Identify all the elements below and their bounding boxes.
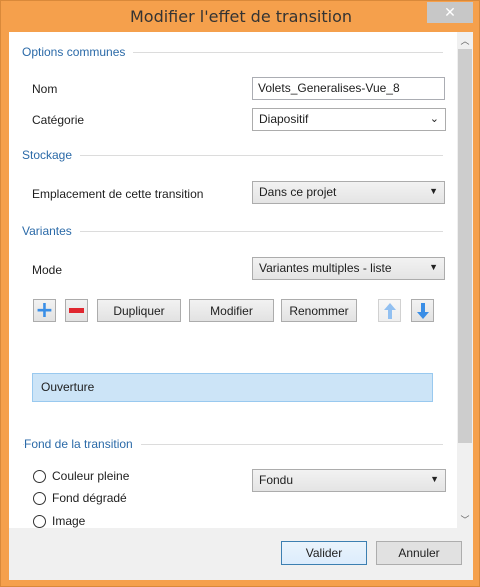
location-select[interactable]: Dans ce projet ▼ <box>252 181 445 204</box>
dropdown-arrow-icon: ▼ <box>429 186 438 196</box>
close-icon: ✕ <box>444 4 456 21</box>
options-scroll-area: Options communes Nom Volets_Generalises-… <box>9 32 457 528</box>
variant-item-label: Ouverture <box>41 380 95 394</box>
section-common-heading: Options communes <box>22 45 134 59</box>
radio-label: Fond dégradé <box>52 491 127 505</box>
variant-list-item[interactable]: Ouverture <box>32 373 433 402</box>
scrollbar-thumb[interactable] <box>458 49 472 443</box>
move-up-button[interactable] <box>378 299 401 322</box>
arrow-down-icon <box>416 302 429 319</box>
rename-button[interactable]: Renommer <box>281 299 357 322</box>
vertical-scrollbar[interactable]: ︿ ﹀ <box>457 32 473 528</box>
radio-solid-color[interactable]: Couleur pleine <box>33 469 129 483</box>
scroll-down-icon[interactable]: ﹀ <box>457 511 473 528</box>
radio-indicator <box>33 469 46 483</box>
radio-indicator <box>33 514 46 528</box>
location-value: Dans ce projet <box>259 185 337 199</box>
add-variant-button[interactable]: + <box>33 299 56 322</box>
radio-gradient[interactable]: Fond dégradé <box>33 491 127 505</box>
section-background-heading: Fond de la transition <box>24 437 141 451</box>
fade-value: Fondu <box>259 473 294 487</box>
fade-select[interactable]: Fondu ▼ <box>252 469 446 492</box>
radio-label: Couleur pleine <box>52 469 130 483</box>
category-label: Catégorie <box>32 113 85 127</box>
validate-button[interactable]: Valider <box>281 541 367 565</box>
radio-image[interactable]: Image <box>33 514 85 528</box>
location-label: Emplacement de cette transition <box>32 187 204 201</box>
category-value: Diapositif <box>259 112 309 126</box>
dialog-window: Modifier l'effet de transition ✕ Options… <box>0 0 480 587</box>
radio-indicator <box>33 491 46 505</box>
duplicate-button[interactable]: Dupliquer <box>97 299 181 322</box>
close-button[interactable]: ✕ <box>427 2 473 23</box>
section-variants-heading: Variantes <box>22 224 80 238</box>
title-bar[interactable]: Modifier l'effet de transition ✕ <box>1 1 480 33</box>
remove-variant-button[interactable] <box>65 299 88 322</box>
section-divider <box>23 231 443 232</box>
dialog-client: Options communes Nom Volets_Generalises-… <box>9 32 473 580</box>
dropdown-arrow-icon: ▼ <box>430 474 439 484</box>
move-down-button[interactable] <box>411 299 434 322</box>
modify-button[interactable]: Modifier <box>189 299 274 322</box>
chevron-down-icon: ⌄ <box>429 113 439 125</box>
mode-select[interactable]: Variantes multiples - liste ▼ <box>252 257 445 280</box>
cancel-button[interactable]: Annuler <box>376 541 462 565</box>
mode-value: Variantes multiples - liste <box>259 261 392 275</box>
radio-label: Image <box>52 514 86 528</box>
plus-icon: + <box>35 297 54 323</box>
dropdown-arrow-icon: ▼ <box>429 262 438 272</box>
window-title: Modifier l'effet de transition <box>129 7 352 26</box>
section-divider <box>23 155 443 156</box>
mode-label: Mode <box>32 263 63 277</box>
scroll-up-icon[interactable]: ︿ <box>457 32 473 49</box>
arrow-up-icon <box>383 302 396 319</box>
name-field[interactable]: Volets_Generalises-Vue_8 <box>252 77 445 100</box>
category-select[interactable]: Diapositif ⌄ <box>252 108 446 131</box>
section-storage-heading: Stockage <box>22 148 81 162</box>
minus-icon <box>69 308 84 313</box>
name-label: Nom <box>32 82 58 96</box>
